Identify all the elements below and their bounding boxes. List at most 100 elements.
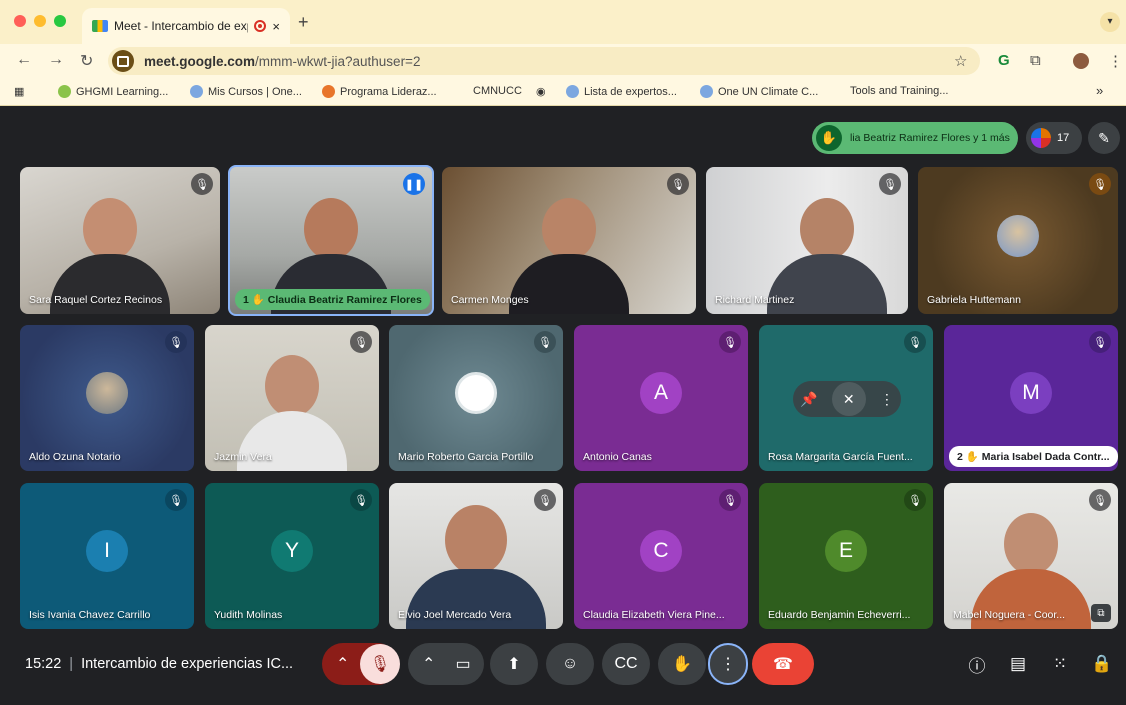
raise-hand-button[interactable]: ✋ [658,643,706,685]
participant-tile[interactable]: 🎙 Gabriela Huttemann [918,167,1118,314]
mic-muted-icon: 🎙 [719,331,741,353]
emoji-reactions-button[interactable]: ☺ [546,643,594,685]
participant-tile[interactable]: M 🎙 2 ✋ Maria Isabel Dada Contr... [944,325,1118,471]
participant-name: Elvio Joel Mercado Vera [398,609,512,621]
bookmark-label: GHGMI Learning... [76,85,169,98]
grammarly-extension-icon[interactable]: G [998,52,1010,69]
bookmark-item[interactable]: Mis Cursos | One... [190,85,302,98]
bookmark-favicon-icon [190,85,203,98]
present-icon: ⬆ [507,656,521,673]
more-bookmarks-button[interactable]: » [1096,83,1103,98]
participant-tile[interactable]: 📌 ✕ ⋮ 🎙 Rosa Margarita García Fuent... [759,325,933,471]
avatar-letter: M [1010,372,1052,414]
participant-tile[interactable]: 🎙 Carmen Monges [442,167,696,314]
more-options-icon[interactable]: ⋮ [880,391,894,408]
activities-grid-icon[interactable]: ⁙ [1048,652,1072,676]
chat-icon[interactable]: ▤ [1006,652,1030,676]
meet-favicon-icon [92,20,108,32]
participant-name: Eduardo Benjamin Echeverri... [768,609,911,621]
mic-toggle-button[interactable]: 🎙 [360,644,400,684]
raised-hand-banner[interactable]: ✋ lia Beatriz Ramirez Flores y 1 más [812,122,1018,154]
mic-muted-icon: 🎙 [667,173,689,195]
bookmark-star-icon[interactable]: ☆ [954,52,967,70]
mic-muted-icon: 🎙 [191,173,213,195]
tab-close-icon[interactable]: × [272,19,280,34]
bookmark-item[interactable]: Tools and Training... [850,85,948,97]
bookmark-label: Tools and Training... [850,85,949,97]
participants-pill[interactable]: 17 [1026,122,1082,154]
globe-icon[interactable]: ◉ [536,85,546,98]
participant-tile[interactable]: A 🎙 Antonio Canas [574,325,748,471]
camera-toggle-button[interactable]: ▭ [443,644,483,684]
apps-grid-icon[interactable]: ▦ [14,85,24,98]
mic-muted-icon: 🎙 [350,489,372,511]
tile-hover-controls: 📌 ✕ ⋮ [793,381,901,417]
emoji-icon: ☺ [561,655,579,672]
participant-name: Carmen Monges [451,294,529,306]
recording-indicator-icon [254,20,267,32]
present-screen-button[interactable]: ⬆ [490,643,538,685]
mic-muted-icon: 🎙 [350,331,372,353]
close-window-button[interactable] [14,15,26,27]
bookmark-item[interactable]: Programa Lideraz... [322,85,437,98]
raised-hand-text: lia Beatriz Ramirez Flores y 1 más [850,132,1010,144]
bookmark-item[interactable]: One UN Climate C... [700,85,818,98]
visual-effects-wand-icon[interactable]: ✎ [1088,122,1120,154]
browser-toolbar: ← → ↻ meet.google.com/mmm-wkwt-jia?authu… [0,44,1126,78]
bookmark-item[interactable]: CMNUCC [473,85,522,97]
leave-call-button[interactable]: ☎ [752,643,814,685]
avatar-letter: I [86,530,128,572]
extensions-puzzle-icon[interactable]: ⧉ [1030,52,1041,69]
more-vert-icon: ⋮ [720,656,736,673]
avatar-letter: A [640,372,682,414]
participant-tile[interactable]: 🎙 Elvio Joel Mercado Vera [389,483,563,629]
new-tab-button[interactable]: + [298,12,309,33]
participant-tile[interactable]: 🎙 Sara Raquel Cortez Recinos [20,167,220,314]
participant-tile[interactable]: E 🎙 Eduardo Benjamin Echeverri... [759,483,933,629]
unpin-remove-icon[interactable]: ✕ [831,382,866,416]
browser-tab-meet[interactable]: Meet - Intercambio de exp × [82,8,290,44]
bookmark-item[interactable]: GHGMI Learning... [58,85,168,98]
site-info-icon[interactable] [112,50,134,72]
tab-search-chevron-icon[interactable]: ▾ [1100,12,1120,32]
meeting-title: Intercambio de experiencias IC... [81,656,294,672]
participant-tile[interactable]: 🎙 Mario Roberto Garcia Portillo [389,325,563,471]
minimize-window-button[interactable] [34,15,46,27]
mic-muted-icon: 🎙 [879,173,901,195]
bookmark-label: One UN Climate C... [718,85,819,98]
participant-tile[interactable]: C 🎙 Claudia Elizabeth Viera Pine... [574,483,748,629]
captions-button[interactable]: CC [602,643,650,685]
participant-tile[interactable]: Y 🎙 Yudith Molinas [205,483,379,629]
bookmark-label: Mis Cursos | One... [208,85,302,98]
mic-muted-icon: 🎙 [904,331,926,353]
reload-icon[interactable]: ↻ [80,51,93,71]
address-bar[interactable]: meet.google.com/mmm-wkwt-jia?authuser=2 [108,47,980,75]
participant-avatars-icon [1031,128,1051,148]
bookmark-favicon-icon [58,85,71,98]
participant-name: Sara Raquel Cortez Recinos [29,294,163,306]
participant-tile-active-speaker[interactable]: ❚❚ 1 ✋ Claudia Beatriz Ramirez Flores [228,165,434,316]
pin-icon[interactable]: 📌 [800,391,817,408]
forward-arrow-icon[interactable]: → [48,51,64,69]
browser-menu-icon[interactable]: ⋮ [1108,52,1123,70]
participant-tile[interactable]: 🎙 ⧉ Mabel Noguera - Coor... [944,483,1118,629]
host-controls-lock-icon[interactable]: 🔒 [1090,652,1114,676]
participant-tile[interactable]: I 🎙 Isis Ivania Chavez Carrillo [20,483,194,629]
speaking-indicator-icon: ❚❚ [403,173,425,195]
picture-in-picture-icon[interactable]: ⧉ [1091,604,1111,622]
meeting-info: 15:22 | Intercambio de experiencias IC... [25,656,294,672]
meeting-details-info-icon[interactable]: ⓘ [965,652,989,676]
mic-muted-icon: 🎙 [165,331,187,353]
participant-name: Gabriela Huttemann [927,294,1021,306]
zoom-window-button[interactable] [54,15,66,27]
participant-tile[interactable]: 🎙 Richard Martinez [706,167,908,314]
mic-muted-icon: 🎙 [1089,173,1111,195]
participant-tile[interactable]: 🎙 Jazmin Vera [205,325,379,471]
meeting-time: 15:22 [25,656,62,672]
bookmark-item[interactable]: Lista de expertos... [566,85,677,98]
more-options-button[interactable]: ⋮ [708,643,748,685]
participant-tile[interactable]: 🎙 Aldo Ozuna Notario [20,325,194,471]
participant-name: Isis Ivania Chavez Carrillo [29,609,151,621]
profile-avatar[interactable] [1073,53,1089,69]
back-arrow-icon[interactable]: ← [16,51,32,69]
